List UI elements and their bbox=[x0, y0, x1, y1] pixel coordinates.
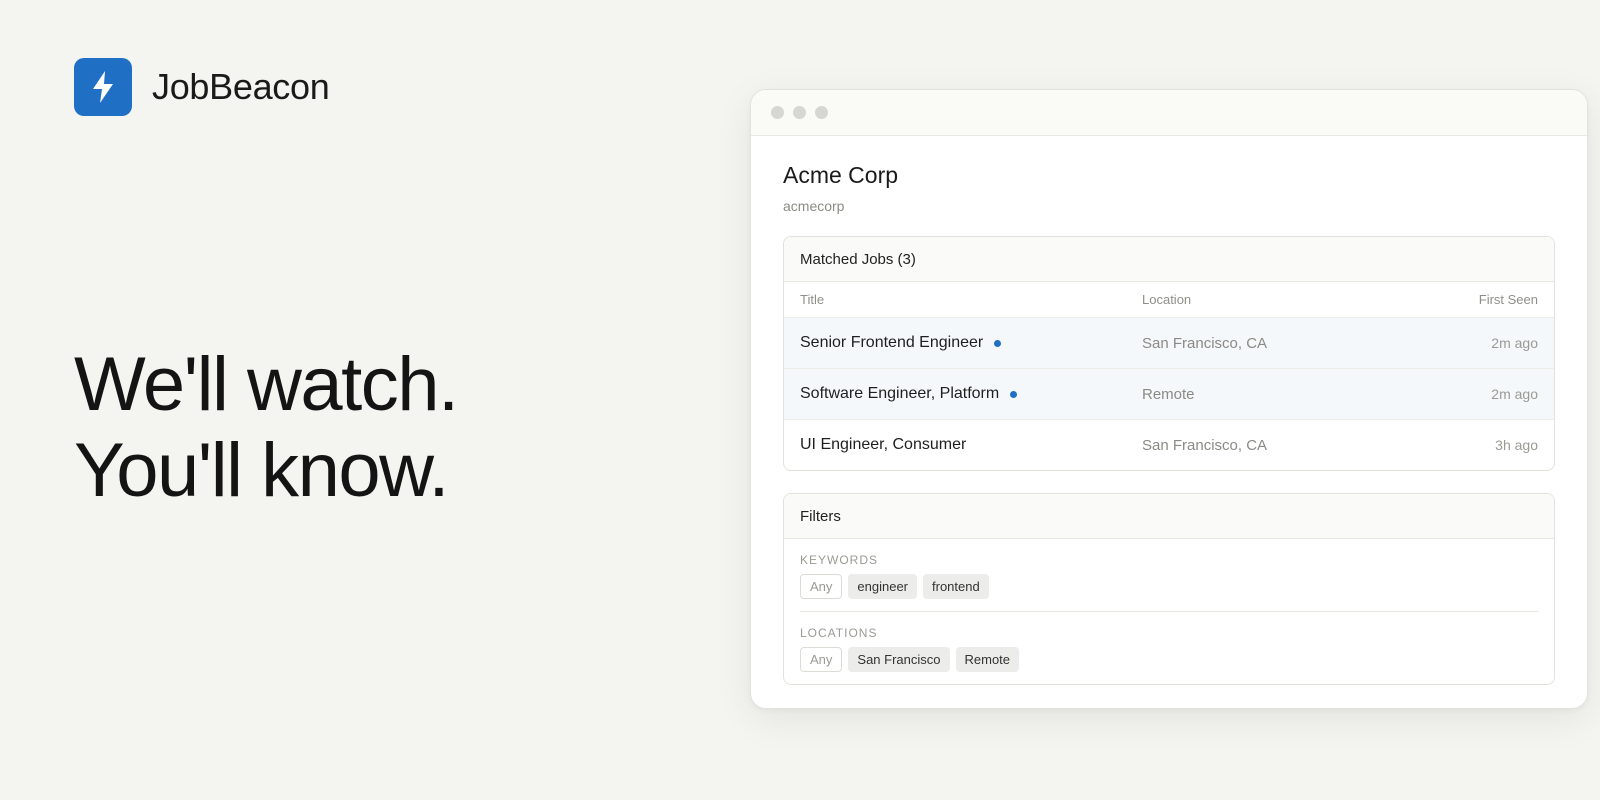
window-close-button[interactable] bbox=[771, 106, 784, 119]
keyword-chip[interactable]: frontend bbox=[923, 574, 989, 599]
new-indicator-dot-icon bbox=[1010, 390, 1018, 398]
matched-jobs-card: Matched Jobs (3) Title Location First Se… bbox=[783, 236, 1555, 471]
job-title: Software Engineer, Platform bbox=[800, 385, 1000, 402]
keyword-chip[interactable]: engineer bbox=[848, 574, 918, 599]
window-titlebar bbox=[751, 90, 1587, 136]
location-chips: Any San Francisco Remote bbox=[800, 647, 1538, 672]
window-content: Acme Corp acmecorp Matched Jobs (3) Titl… bbox=[751, 136, 1587, 685]
window-minimize-button[interactable] bbox=[793, 106, 806, 119]
hero-line-2: You'll know. bbox=[74, 428, 449, 513]
app-window: Acme Corp acmecorp Matched Jobs (3) Titl… bbox=[750, 89, 1588, 709]
job-location: Remote bbox=[1142, 385, 1195, 403]
new-indicator-dot-icon bbox=[994, 339, 1002, 347]
job-title: Senior Frontend Engineer bbox=[800, 334, 984, 351]
company-name: Acme Corp bbox=[783, 162, 899, 188]
hero-headline: We'll watch. You'll know. bbox=[74, 342, 459, 514]
lightning-bolt-icon bbox=[74, 58, 132, 116]
matched-jobs-header: Matched Jobs (3) bbox=[784, 237, 1554, 282]
keyword-chips: Any engineer frontend bbox=[800, 574, 1538, 599]
column-title: Title bbox=[800, 292, 825, 307]
job-first-seen: 2m ago bbox=[1491, 335, 1538, 351]
table-row[interactable]: Software Engineer, Platform Remote 2m ag… bbox=[784, 368, 1554, 419]
filters-card: Filters KEYWORDS Any engineer frontend L… bbox=[783, 493, 1555, 685]
brand: JobBeacon bbox=[74, 58, 330, 116]
filters-header: Filters bbox=[784, 494, 1554, 539]
company-slug: acmecorp bbox=[783, 198, 845, 214]
brand-name: JobBeacon bbox=[152, 66, 330, 107]
keyword-any-chip[interactable]: Any bbox=[800, 574, 843, 599]
job-location: San Francisco, CA bbox=[1142, 436, 1268, 454]
location-any-chip[interactable]: Any bbox=[800, 647, 843, 672]
table-row[interactable]: Senior Frontend Engineer San Francisco, … bbox=[784, 317, 1554, 368]
keywords-filter: KEYWORDS Any engineer frontend bbox=[784, 539, 1554, 611]
job-first-seen: 3h ago bbox=[1495, 437, 1538, 453]
jobs-table-header: Title Location First Seen bbox=[784, 282, 1554, 317]
locations-label: LOCATIONS bbox=[800, 626, 878, 640]
column-first-seen: First Seen bbox=[1478, 292, 1538, 307]
hero-line-1: We'll watch. bbox=[74, 342, 459, 427]
location-chip[interactable]: Remote bbox=[955, 647, 1020, 672]
locations-filter: LOCATIONS Any San Francisco Remote bbox=[800, 611, 1538, 684]
window-maximize-button[interactable] bbox=[815, 106, 828, 119]
job-first-seen: 2m ago bbox=[1491, 386, 1538, 402]
keywords-label: KEYWORDS bbox=[800, 553, 879, 567]
job-location: San Francisco, CA bbox=[1142, 334, 1268, 352]
job-title: UI Engineer, Consumer bbox=[800, 436, 967, 453]
table-row[interactable]: UI Engineer, Consumer San Francisco, CA … bbox=[784, 419, 1554, 470]
location-chip[interactable]: San Francisco bbox=[848, 647, 950, 672]
column-location: Location bbox=[1142, 292, 1192, 307]
